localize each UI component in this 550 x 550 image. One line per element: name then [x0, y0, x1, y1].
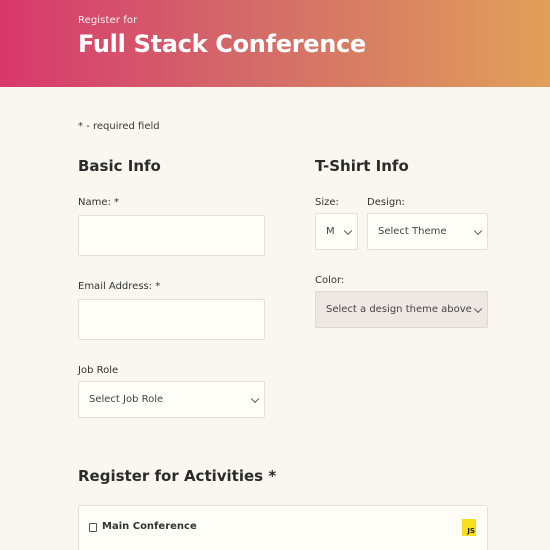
required-field-note: * - required field — [78, 121, 160, 132]
design-label: Design: — [367, 197, 405, 208]
design-select[interactable]: Select Theme — [367, 213, 488, 250]
js-icon: JS — [462, 519, 476, 536]
page-title: Full Stack Conference — [78, 30, 366, 58]
job-role-select-value: Select Job Role — [89, 394, 164, 405]
name-label: Name: * — [78, 197, 120, 208]
email-label: Email Address: * — [78, 281, 161, 292]
chevron-down-icon — [473, 226, 483, 235]
size-label: Size: — [315, 197, 339, 208]
page-header: Register for Full Stack Conference — [0, 0, 550, 87]
color-select-value: Select a design theme above — [326, 304, 472, 315]
activity-item-main-conference[interactable]: Main Conference JS — [78, 505, 488, 550]
size-select-value: M — [326, 226, 335, 237]
activity-checkbox[interactable] — [89, 523, 97, 532]
email-input[interactable] — [78, 299, 265, 340]
chevron-down-icon — [250, 394, 260, 403]
chevron-down-icon — [343, 226, 353, 235]
job-role-label: Job Role — [78, 365, 119, 376]
color-select[interactable]: Select a design theme above — [315, 291, 488, 328]
job-role-select[interactable]: Select Job Role — [78, 381, 265, 418]
chevron-down-icon — [473, 304, 483, 313]
activity-label: Main Conference — [102, 521, 197, 532]
header-pretitle: Register for — [78, 15, 138, 26]
design-select-value: Select Theme — [378, 226, 447, 237]
name-input[interactable] — [78, 215, 265, 256]
activities-heading: Register for Activities * — [78, 467, 277, 485]
size-select[interactable]: M — [315, 213, 358, 250]
basic-info-heading: Basic Info — [78, 157, 161, 175]
color-label: Color: — [315, 275, 345, 286]
tshirt-info-heading: T-Shirt Info — [315, 157, 409, 175]
